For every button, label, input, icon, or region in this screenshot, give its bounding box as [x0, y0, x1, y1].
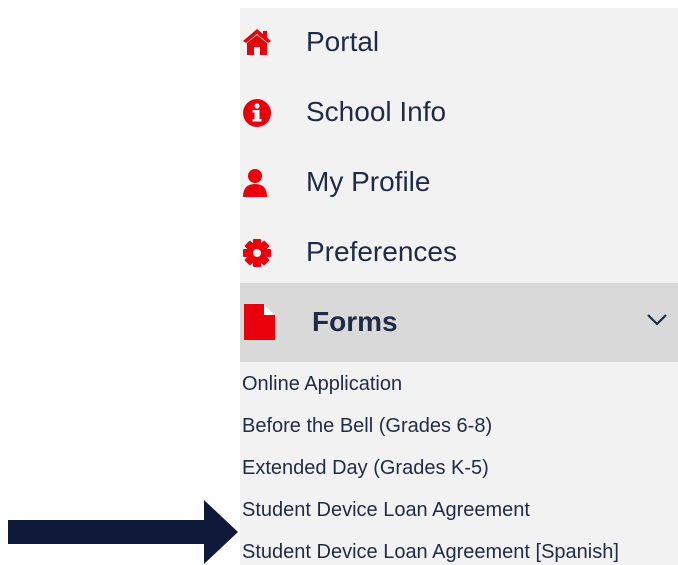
info-circle-icon	[242, 98, 272, 127]
submenu-link-online-application[interactable]: Online Application	[242, 371, 402, 397]
sidebar-item-school-info[interactable]: School Info	[240, 78, 678, 148]
sidebar-item-label: Forms	[312, 306, 398, 337]
gear-icon	[242, 238, 272, 267]
sidebar-item-portal[interactable]: Portal	[240, 8, 678, 78]
sidebar-item-label: School Info	[306, 96, 447, 127]
arrow-right-icon	[8, 500, 240, 564]
submenu-link-extended-day[interactable]: Extended Day (Grades K-5)	[242, 455, 489, 481]
sidebar-item-label: Portal	[306, 26, 380, 57]
sidebar-item-my-profile[interactable]: My Profile	[240, 148, 678, 218]
document-icon	[242, 303, 276, 341]
sidebar-item-preferences[interactable]: Preferences	[240, 218, 678, 288]
forms-submenu: Online Application Before the Bell (Grad…	[240, 362, 678, 565]
chevron-down-icon[interactable]	[646, 312, 668, 328]
sidebar-item-label: My Profile	[306, 166, 431, 197]
user-icon	[242, 168, 272, 197]
home-icon	[242, 28, 272, 56]
submenu-link-before-the-bell[interactable]: Before the Bell (Grades 6-8)	[242, 413, 492, 439]
sidebar-item-forms[interactable]: Forms	[240, 283, 678, 362]
submenu-link-device-loan-agreement-spanish[interactable]: Student Device Loan Agreement [Spanish]	[242, 539, 619, 565]
submenu-link-device-loan-agreement[interactable]: Student Device Loan Agreement	[242, 497, 530, 523]
sidebar-menu: Portal School Info My Profile Preference…	[240, 8, 678, 288]
sidebar-item-label: Preferences	[306, 236, 457, 267]
screenshot-stage: Portal School Info My Profile Preference…	[0, 0, 678, 565]
